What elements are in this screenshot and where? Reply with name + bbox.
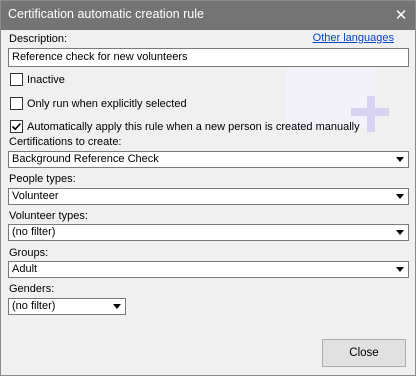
chevron-down-icon[interactable] — [109, 299, 125, 314]
description-input[interactable]: Reference check for new volunteers — [8, 48, 409, 67]
checkmark-icon — [11, 122, 22, 131]
plus-decoration-horizontal — [351, 108, 389, 116]
inactive-label: Inactive — [27, 74, 65, 86]
genders-value: (no filter) — [12, 300, 56, 312]
explicit-only-label: Only run when explicitly selected — [27, 98, 187, 110]
inactive-checkbox[interactable] — [10, 73, 23, 86]
genders-select[interactable]: (no filter) — [8, 298, 126, 315]
volunteer-types-select[interactable]: (no filter) — [8, 224, 409, 241]
groups-value: Adult — [12, 263, 38, 275]
people-types-value: Volunteer — [12, 190, 59, 202]
volunteer-types-label: Volunteer types: — [9, 210, 88, 222]
auto-apply-checkbox[interactable] — [10, 120, 23, 133]
people-types-label: People types: — [9, 173, 76, 185]
dialog-content: Description: Other languages Reference c… — [1, 30, 415, 375]
title-bar[interactable]: Certification automatic creation rule ✕ — [1, 1, 415, 30]
volunteer-types-value: (no filter) — [12, 226, 56, 238]
certifications-select[interactable]: Background Reference Check — [8, 151, 409, 168]
background-decoration — [286, 68, 376, 128]
auto-apply-label: Automatically apply this rule when a new… — [27, 121, 360, 133]
dialog-window: Certification automatic creation rule ✕ … — [0, 0, 416, 376]
people-types-select[interactable]: Volunteer — [8, 188, 409, 205]
window-title: Certification automatic creation rule — [8, 7, 204, 21]
close-button[interactable]: Close — [322, 339, 406, 367]
groups-dropdown[interactable]: Adult — [8, 261, 409, 278]
genders-label: Genders: — [9, 283, 55, 295]
chevron-down-icon[interactable] — [392, 152, 408, 167]
certifications-value: Background Reference Check — [12, 153, 159, 165]
chevron-down-icon[interactable] — [392, 262, 408, 277]
close-icon[interactable]: ✕ — [387, 1, 415, 30]
groups-label: Groups: — [9, 247, 49, 259]
chevron-down-icon[interactable] — [392, 225, 408, 240]
description-label: Description: — [9, 33, 68, 45]
other-languages-link[interactable]: Other languages — [313, 32, 394, 44]
chevron-down-icon[interactable] — [392, 189, 408, 204]
explicit-only-checkbox[interactable] — [10, 97, 23, 110]
certifications-label: Certifications to create: — [9, 136, 122, 148]
